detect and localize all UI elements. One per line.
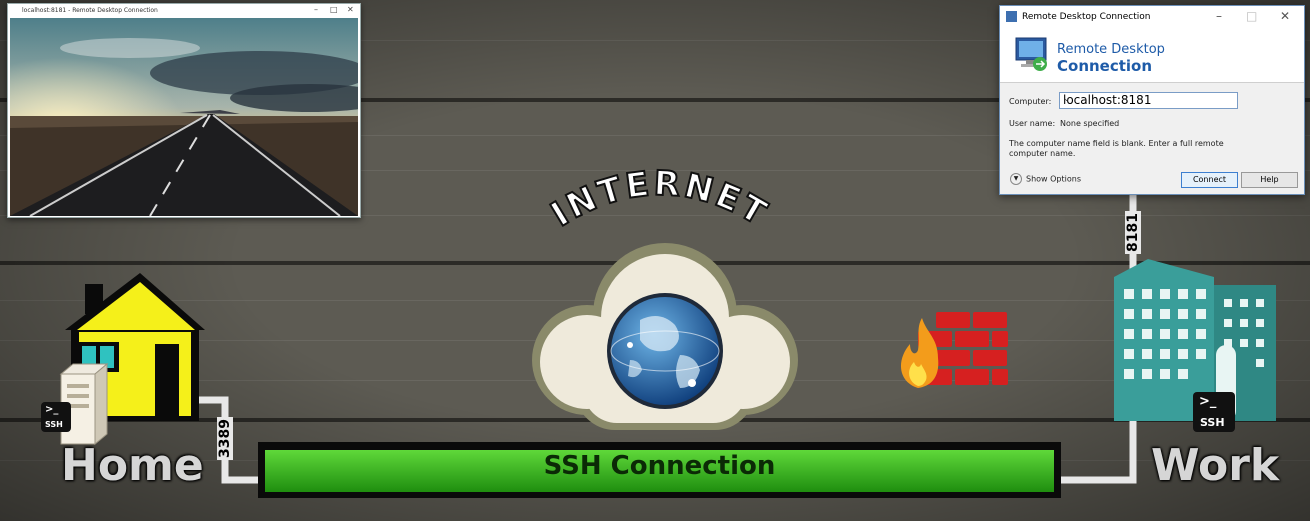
maximize-icon[interactable]: □ — [330, 5, 338, 14]
close-icon[interactable]: ✕ — [347, 5, 354, 14]
banner-title-line2: Connection — [1057, 57, 1153, 75]
chevron-down-icon[interactable]: ⌄ — [1063, 94, 1234, 104]
computer-combobox[interactable]: localhost:8181 ⌄ — [1059, 92, 1238, 109]
dialog-message: The computer name field is blank. Enter … — [1009, 139, 1224, 158]
ssh-badge-text: SSH — [1200, 416, 1225, 429]
remote-desktop-session-window[interactable]: localhost:8181 - Remote Desktop Connecti… — [7, 3, 361, 218]
globe-icon — [607, 293, 723, 409]
home-port-label: 3389 — [217, 417, 233, 460]
banner-title-line1: Remote Desktop — [1057, 42, 1165, 57]
show-options-toggle[interactable]: ▼ Show Options — [1010, 173, 1081, 185]
close-icon[interactable]: ✕ — [1280, 9, 1290, 23]
ssh-badge-prompt: >_ — [45, 404, 59, 415]
firewall-icon — [900, 312, 1008, 388]
rdc-app-icon — [1015, 37, 1047, 71]
rdc-app-icon — [1006, 11, 1017, 22]
username-value: None specified — [1060, 119, 1120, 128]
show-options-label: Show Options — [1026, 174, 1081, 184]
ssh-connection-label: SSH Connection — [543, 451, 776, 481]
remote-screen-road-photo — [10, 18, 358, 216]
minimize-icon[interactable]: – — [1216, 9, 1222, 23]
terminal-ssh-icon: >_ SSH — [41, 402, 71, 432]
dialog-title-bar: Remote Desktop Connection – □ ✕ — [1000, 6, 1304, 28]
minimize-icon[interactable]: – — [314, 5, 318, 14]
connect-button[interactable]: Connect — [1181, 172, 1238, 188]
internet-label: INTERNET — [543, 162, 773, 235]
work-label: Work — [1151, 440, 1280, 491]
work-port-label: 8181 — [1125, 211, 1141, 254]
computer-label: Computer: — [1009, 97, 1052, 106]
dialog-banner: Remote Desktop Connection — [1000, 28, 1304, 83]
username-label: User name: — [1009, 119, 1056, 128]
terminal-ssh-icon: >_ SSH — [1193, 392, 1235, 432]
help-button[interactable]: Help — [1241, 172, 1298, 188]
window-title: localhost:8181 - Remote Desktop Connecti… — [22, 7, 158, 14]
home-label: Home — [61, 440, 204, 491]
maximize-icon[interactable]: □ — [1246, 9, 1257, 23]
ssh-badge-prompt: >_ — [1199, 394, 1217, 409]
chevron-down-icon: ▼ — [1010, 173, 1022, 185]
dialog-title: Remote Desktop Connection — [1022, 12, 1151, 22]
ssh-badge-text: SSH — [45, 420, 63, 429]
svg-text:INTERNET: INTERNET — [544, 163, 775, 234]
title-bar: localhost:8181 - Remote Desktop Connecti… — [8, 4, 360, 18]
